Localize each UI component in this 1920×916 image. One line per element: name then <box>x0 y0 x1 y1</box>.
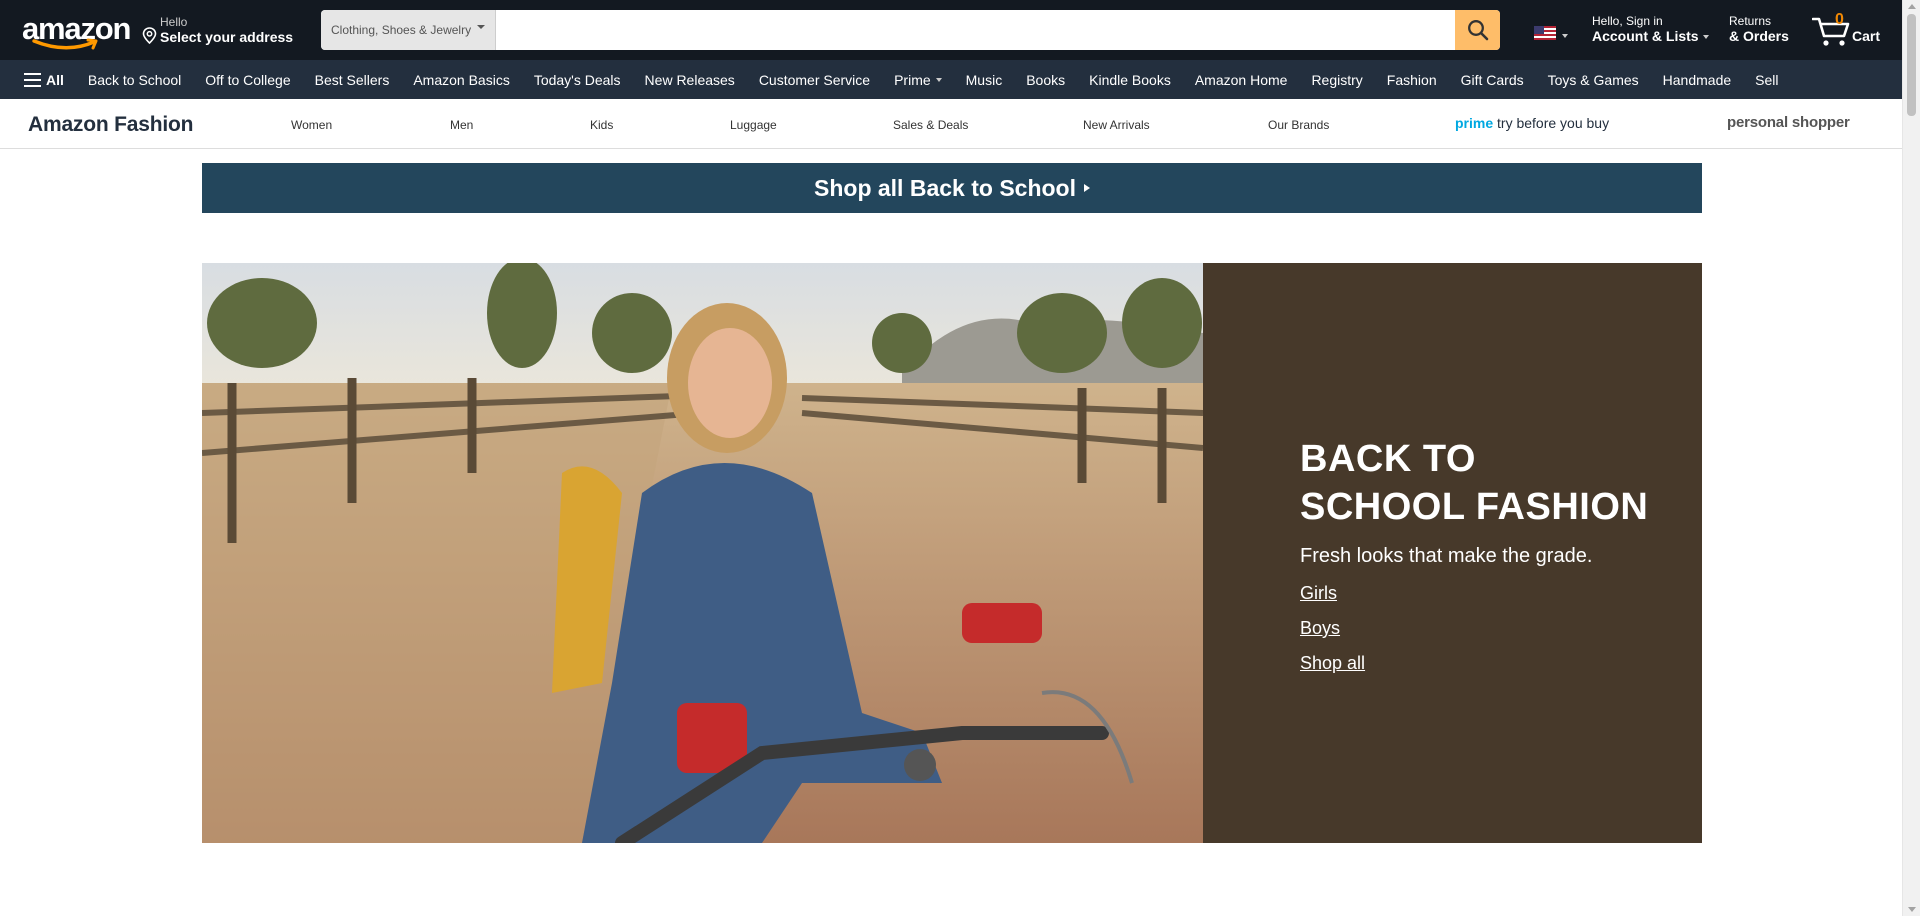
search-category-dropdown[interactable]: Clothing, Shoes & Jewelry <box>321 10 496 50</box>
banner-label: Shop all Back to School <box>814 174 1076 201</box>
cart-count: 0 <box>1835 11 1844 28</box>
personal-shopper-link[interactable]: personal shopper <box>1727 114 1850 131</box>
hero-link-shop-all[interactable]: Shop all <box>1300 653 1365 674</box>
location-pin-icon <box>142 27 157 44</box>
nav-item-registry[interactable]: Registry <box>1299 60 1374 99</box>
hero-photo-illustration <box>202 263 1203 843</box>
search-button[interactable] <box>1455 10 1500 50</box>
nav-item-toys-games[interactable]: Toys & Games <box>1536 60 1651 99</box>
top-navbar: amazon Hello Select your address Clothin… <box>0 0 1902 60</box>
hero-title-line1: BACK TO <box>1300 438 1476 480</box>
search-input[interactable] <box>496 10 1455 50</box>
scroll-up-arrow-icon[interactable] <box>1908 4 1916 9</box>
logo-smile-icon <box>32 38 98 50</box>
nav-item-amazon-basics[interactable]: Amazon Basics <box>401 60 521 99</box>
chevron-down-icon <box>477 25 486 29</box>
address-prompt: Select your address <box>160 29 294 45</box>
cart-button[interactable]: 0 Cart <box>1812 10 1886 50</box>
cart-icon <box>1812 17 1850 46</box>
cart-label: Cart <box>1852 28 1881 44</box>
account-lists-label: Account & Lists <box>1592 28 1709 45</box>
us-flag-icon <box>1534 26 1556 40</box>
hamburger-icon <box>24 72 41 87</box>
amazon-logo[interactable]: amazon <box>18 8 131 52</box>
nav-item-prime-label: Prime <box>894 71 931 88</box>
nav-item-gift-cards[interactable]: Gift Cards <box>1449 60 1536 99</box>
nav-item-prime[interactable]: Prime <box>882 60 954 99</box>
nav-item-best-sellers[interactable]: Best Sellers <box>303 60 402 99</box>
chevron-down-icon <box>1562 34 1568 38</box>
fashion-link-our-brands[interactable]: Our Brands <box>1268 118 1329 132</box>
search-icon <box>1467 20 1488 41</box>
shop-all-back-to-school-banner[interactable]: Shop all Back to School <box>202 163 1702 213</box>
page-scrollbar[interactable] <box>1902 0 1920 916</box>
fashion-subnav: Amazon Fashion Women Men Kids Luggage Sa… <box>0 99 1902 149</box>
nav-item-amazon-home[interactable]: Amazon Home <box>1183 60 1300 99</box>
nav-item-back-to-school[interactable]: Back to School <box>76 60 193 99</box>
prime-try-label: try before you buy <box>1493 115 1610 131</box>
prime-wordmark: prime <box>1455 115 1494 131</box>
all-menu-button[interactable]: All <box>0 60 76 99</box>
fashion-link-women[interactable]: Women <box>291 118 332 132</box>
chevron-down-icon <box>935 77 942 82</box>
returns-label: Returns <box>1729 14 1772 28</box>
search-category-label: Clothing, Shoes & Jewelry <box>331 23 472 37</box>
account-greeting: Hello, Sign in <box>1592 14 1663 28</box>
fashion-link-men[interactable]: Men <box>450 118 473 132</box>
hero-link-girls[interactable]: Girls <box>1300 583 1337 604</box>
hero-text-panel: BACK TO SCHOOL FASHION Fresh looks that … <box>1203 263 1702 843</box>
hero-subtitle: Fresh looks that make the grade. <box>1300 545 1593 567</box>
hero-section: BACK TO SCHOOL FASHION Fresh looks that … <box>202 263 1702 843</box>
nav-item-handmade[interactable]: Handmade <box>1651 60 1744 99</box>
address-greeting: Hello <box>160 15 188 29</box>
hero-link-boys[interactable]: Boys <box>1300 618 1340 639</box>
returns-orders-link[interactable]: Returns & Orders <box>1729 14 1789 45</box>
all-menu-label: All <box>46 71 64 88</box>
account-lists-menu[interactable]: Hello, Sign in Account & Lists <box>1592 14 1709 45</box>
search-bar: Clothing, Shoes & Jewelry <box>321 10 1500 50</box>
fashion-link-sales-deals[interactable]: Sales & Deals <box>893 118 968 132</box>
chevron-down-icon <box>1702 35 1709 39</box>
language-selector[interactable] <box>1534 26 1568 42</box>
nav-item-todays-deals[interactable]: Today's Deals <box>522 60 633 99</box>
nav-item-new-releases[interactable]: New Releases <box>633 60 747 99</box>
play-arrow-icon <box>1083 184 1090 192</box>
hero-photo[interactable] <box>202 263 1203 843</box>
nav-item-fashion[interactable]: Fashion <box>1375 60 1449 99</box>
scrollbar-thumb[interactable] <box>1907 14 1916 116</box>
nav-item-music[interactable]: Music <box>954 60 1015 99</box>
hero-title-line2: SCHOOL FASHION <box>1300 486 1649 528</box>
nav-item-sell[interactable]: Sell <box>1743 60 1790 99</box>
nav-item-kindle-books[interactable]: Kindle Books <box>1077 60 1183 99</box>
nav-item-books[interactable]: Books <box>1014 60 1077 99</box>
main-navbar: All Back to School Off to College Best S… <box>0 60 1902 99</box>
orders-label: & Orders <box>1729 28 1789 44</box>
scroll-down-arrow-icon[interactable] <box>1908 907 1916 912</box>
hero-title: BACK TO SCHOOL FASHION <box>1300 435 1648 531</box>
fashion-link-luggage[interactable]: Luggage <box>730 118 777 132</box>
nav-item-customer-service[interactable]: Customer Service <box>747 60 882 99</box>
amazon-fashion-brand[interactable]: Amazon Fashion <box>28 113 193 137</box>
fashion-link-kids[interactable]: Kids <box>590 118 613 132</box>
prime-try-before-you-buy-link[interactable]: prime try before you buy <box>1455 115 1609 131</box>
fashion-link-new-arrivals[interactable]: New Arrivals <box>1083 118 1150 132</box>
nav-item-off-to-college[interactable]: Off to College <box>193 60 302 99</box>
